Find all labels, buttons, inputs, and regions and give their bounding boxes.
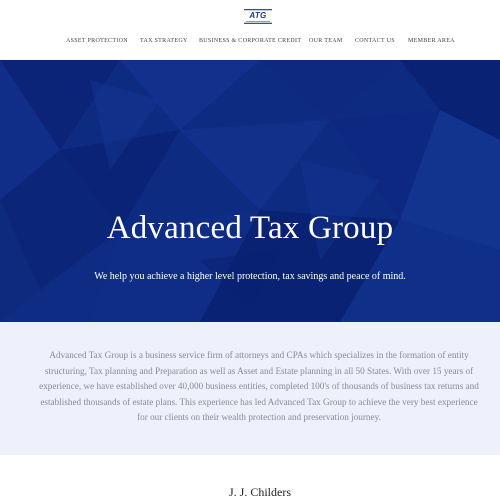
nav-member-area[interactable]: MEMBER AREA bbox=[408, 38, 455, 44]
logo-text: ATG bbox=[249, 11, 267, 20]
nav-our-team[interactable]: OUR TEAM bbox=[309, 38, 342, 44]
nav-contact-us[interactable]: CONTACT US bbox=[355, 38, 395, 44]
team-member-section: J. J. Childers bbox=[0, 455, 500, 500]
nav-asset-protection[interactable]: ASSET PROTECTION bbox=[66, 38, 128, 44]
hero-banner: Advanced Tax Group We help you achieve a… bbox=[0, 60, 500, 322]
site-header: ATG ASSET PROTECTION TAX STRATEGY BUSINE… bbox=[0, 0, 500, 60]
nav-tax-strategy[interactable]: TAX STRATEGY bbox=[140, 38, 188, 44]
about-section: Advanced Tax Group is a business service… bbox=[0, 322, 500, 455]
about-paragraph: Advanced Tax Group is a business service… bbox=[39, 350, 479, 423]
hero-polygon-background bbox=[0, 60, 500, 322]
team-member-name: J. J. Childers bbox=[228, 485, 291, 499]
nav-business-corporate-credit[interactable]: BUSINESS & CORPORATE CREDIT bbox=[199, 38, 301, 44]
hero-title: Advanced Tax Group bbox=[106, 210, 394, 246]
atg-logo[interactable]: ATG bbox=[244, 9, 272, 24]
main-nav: ASSET PROTECTION TAX STRATEGY BUSINESS &… bbox=[0, 38, 500, 50]
hero-subtitle: We help you achieve a higher level prote… bbox=[94, 271, 406, 282]
